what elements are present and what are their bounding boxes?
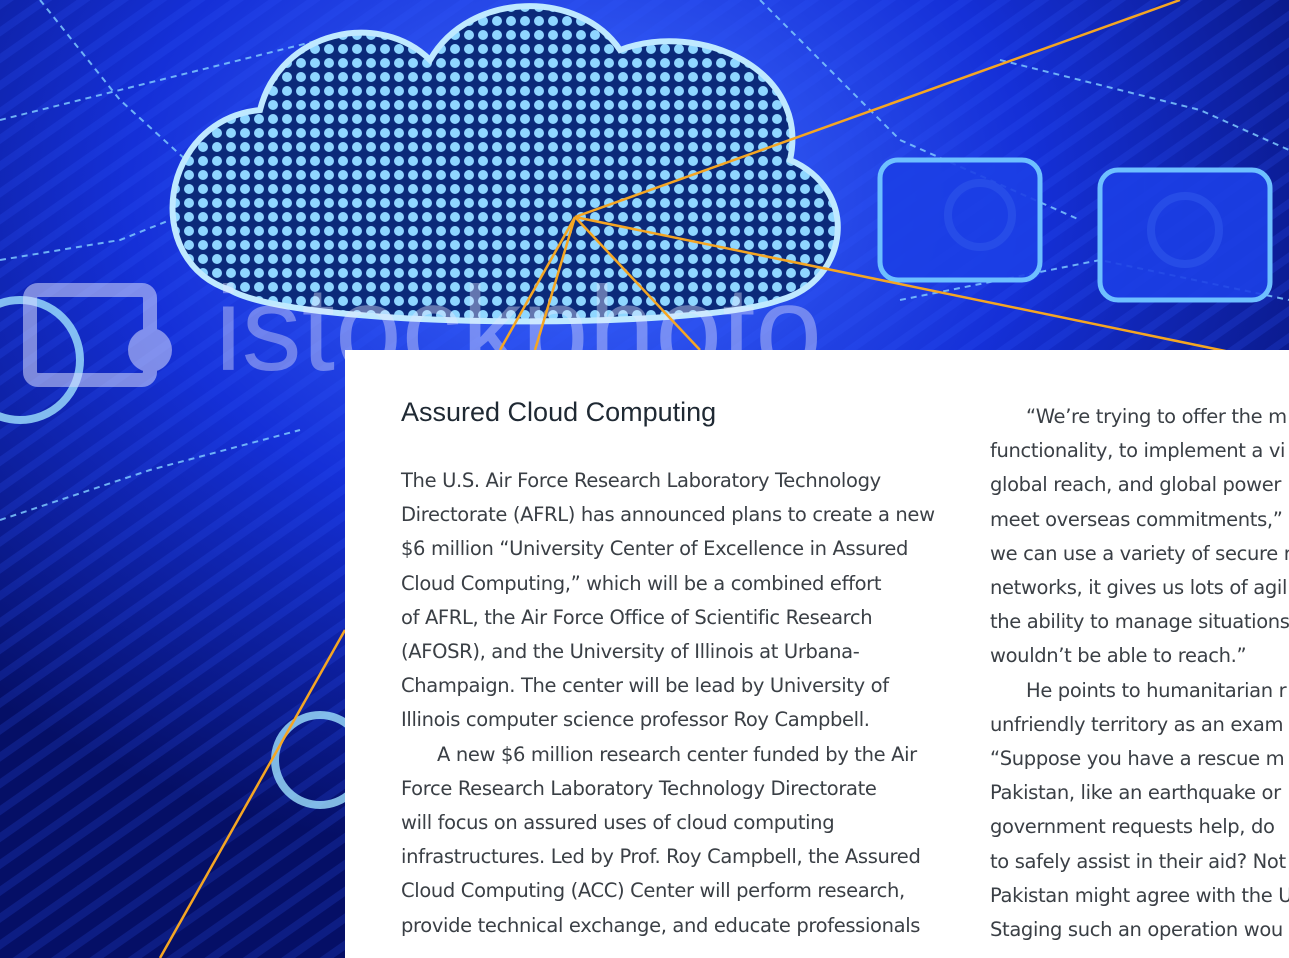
article-title: Assured Cloud Computing [401,397,717,427]
article-column-right: “We’re trying to offer the m functionali… [990,400,1289,947]
body-line: Staging such an operation wou [990,918,1283,942]
body-line: provide technical exchange, and educate … [401,913,921,937]
body-line: Directorate (AFRL) has announced plans t… [401,503,935,527]
body-line: will focus on assured uses of cloud comp… [401,811,835,835]
article-column-left: Assured Cloud Computing The U.S. Air For… [401,394,941,943]
body-line: of AFRL, the Air Force Office of Scienti… [401,605,873,629]
body-line: infrastructures. Led by Prof. Roy Campbe… [401,845,921,869]
body-line: “We’re trying to offer the m [1026,405,1287,428]
body-line: the ability to manage situations [990,610,1289,634]
body-line: Cloud Computing,” which will be a combin… [401,571,882,595]
body-line: government requests help, do [990,815,1275,839]
body-line: Pakistan might agree with the U [990,883,1289,907]
body-line: wouldn’t be able to reach.” [990,644,1247,668]
body-line: unfriendly territory as an exam [990,712,1284,736]
body-line: The U.S. Air Force Research Laboratory T… [401,469,881,492]
body-line: $6 million “University Center of Excelle… [401,537,909,561]
body-line: Force Research Laboratory Technology Dir… [401,776,877,800]
body-line: Cloud Computing (ACC) Center will perfor… [401,879,905,903]
body-line: Pakistan, like an earthquake or [990,781,1281,805]
body-line: meet overseas commitments,” [990,507,1283,531]
body-line: to safely assist in their aid? Not [990,849,1286,873]
body-line: (AFOSR), and the University of Illinois … [401,640,860,664]
body-line: “Suppose you have a rescue m [990,747,1285,771]
article-card: Assured Cloud Computing The U.S. Air For… [345,350,1289,958]
body-line: functionality, to implement a vi [990,439,1286,463]
body-line: global reach, and global power [990,473,1282,497]
body-line: we can use a variety of secure r [990,541,1289,565]
body-line: A new $6 million research center funded … [437,742,917,766]
body-line: He points to humanitarian r [1026,678,1287,702]
body-line: Champaign. The center will be lead by Un… [401,674,889,698]
body-line: Illinois computer science professor Roy … [401,708,870,732]
body-line: networks, it gives us lots of agil [990,576,1288,600]
